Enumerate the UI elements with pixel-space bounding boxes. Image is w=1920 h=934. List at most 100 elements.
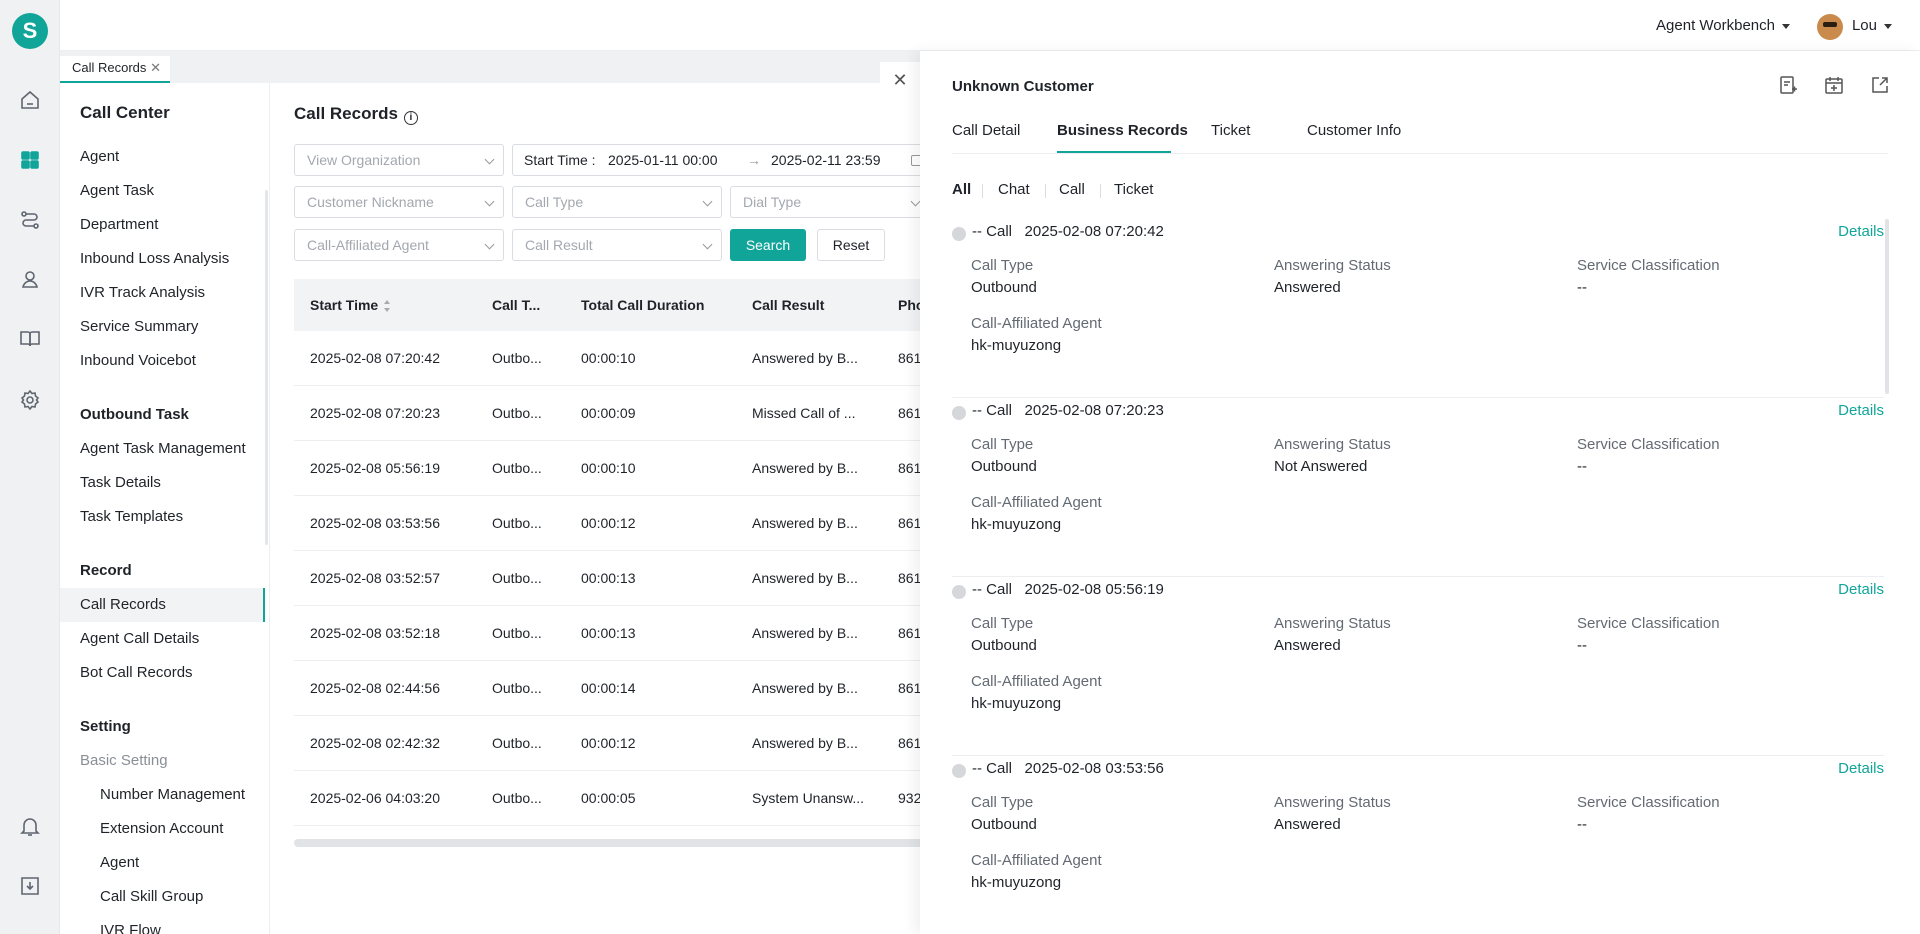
drawer-scrollbar[interactable] — [1885, 219, 1889, 394]
tab-business-records[interactable]: Business Records — [1057, 122, 1188, 139]
cell-start-time: 2025-02-08 05:56:19 — [310, 460, 440, 476]
sidebar-item-call-skill-group[interactable]: Call Skill Group — [100, 888, 203, 905]
sort-icon[interactable] — [384, 300, 391, 313]
answering-status-value: Answered — [1274, 637, 1341, 654]
chevron-down-icon — [484, 239, 495, 250]
sidebar-scrollbar[interactable] — [265, 190, 268, 545]
horizontal-scrollbar[interactable] — [294, 839, 934, 847]
details-link[interactable]: Details — [1838, 223, 1884, 240]
sidebar-item-service-summary[interactable]: Service Summary — [80, 318, 198, 335]
cell-call-type: Outbo... — [492, 460, 542, 476]
workbench-dropdown[interactable]: Agent Workbench — [1656, 17, 1790, 34]
chevron-down-icon — [702, 196, 713, 207]
answering-status-label: Answering Status — [1274, 436, 1391, 453]
sidebar-item-task-templates[interactable]: Task Templates — [80, 508, 183, 525]
table-row[interactable]: 2025-02-08 03:53:56 Outbo... 00:00:12 Answe… — [294, 496, 934, 551]
sidebar-item-call-records[interactable]: Call Records — [80, 596, 166, 613]
tab-call-records[interactable]: Call Records ✕ — [60, 56, 170, 83]
service-classification-value: -- — [1577, 458, 1587, 475]
add-note-icon[interactable] — [1778, 75, 1798, 95]
filter-call[interactable]: Call — [1059, 181, 1085, 198]
table-row[interactable]: 2025-02-08 07:20:23 Outbo... 00:00:09 Misse… — [294, 386, 934, 441]
agent-label: Call-Affiliated Agent — [971, 673, 1102, 690]
details-link[interactable]: Details — [1838, 402, 1884, 419]
agent-label: Call-Affiliated Agent — [971, 852, 1102, 869]
sidebar-item-agent-task-management[interactable]: Agent Task Management — [80, 440, 246, 457]
details-link[interactable]: Details — [1838, 760, 1884, 777]
service-classification-label: Service Classification — [1577, 615, 1720, 632]
tab-customer-info[interactable]: Customer Info — [1307, 122, 1401, 139]
sidebar-item-department[interactable]: Department — [80, 216, 158, 233]
book-icon[interactable] — [18, 327, 42, 351]
search-button[interactable]: Search — [730, 229, 806, 261]
customer-nickname-select[interactable]: Customer Nickname — [294, 186, 504, 218]
avatar[interactable] — [1817, 14, 1843, 40]
settings-icon[interactable] — [18, 388, 42, 412]
reset-button[interactable]: Reset — [817, 229, 885, 261]
app-logo[interactable]: S — [12, 13, 48, 49]
cell-call-result: Answered by B... — [752, 460, 858, 476]
dashboard-icon[interactable] — [18, 148, 42, 172]
download-icon[interactable] — [18, 874, 42, 898]
cell-phone: 861 — [898, 735, 922, 751]
column-start-time[interactable]: Start Time — [310, 279, 391, 331]
call-agent-select[interactable]: Call-Affiliated Agent — [294, 229, 504, 261]
call-result-select[interactable]: Call Result — [512, 229, 722, 261]
agent-icon[interactable] — [18, 267, 42, 291]
cell-phone: 861 — [898, 460, 922, 476]
cell-call-type: Outbo... — [492, 570, 542, 586]
agent-value: hk-muyuzong — [971, 337, 1062, 354]
range-arrow: → — [747, 152, 761, 168]
sidebar-item-basic-setting[interactable]: Basic Setting — [80, 752, 168, 769]
end-date-value[interactable]: 2025-02-11 23:59 — [771, 145, 881, 175]
open-external-icon[interactable] — [1870, 75, 1890, 95]
user-menu[interactable]: Lou — [1852, 17, 1892, 34]
route-icon[interactable] — [18, 208, 42, 232]
sidebar-item-inbound-loss[interactable]: Inbound Loss Analysis — [80, 250, 229, 267]
sidebar-item-number-management[interactable]: Number Management — [100, 786, 245, 803]
date-range-picker[interactable]: Start Time : 2025-01-11 00:00 → 2025-02-… — [512, 144, 932, 176]
cell-start-time: 2025-02-08 07:20:42 — [310, 350, 440, 366]
table-row[interactable]: 2025-02-06 04:03:20 Outbo... 00:00:05 Syste… — [294, 771, 934, 826]
sidebar-item-agent-call-details[interactable]: Agent Call Details — [80, 630, 199, 647]
user-name: Lou — [1851, 17, 1877, 34]
sidebar-item-task-details[interactable]: Task Details — [80, 474, 161, 491]
bell-icon[interactable] — [18, 814, 42, 838]
sidebar-item-bot-call-records[interactable]: Bot Call Records — [80, 664, 193, 681]
sidebar-item-ivr-track[interactable]: IVR Track Analysis — [80, 284, 205, 301]
info-icon[interactable]: i — [403, 111, 418, 125]
sidebar-item-inbound-voicebot[interactable]: Inbound Voicebot — [80, 352, 196, 369]
call-result-placeholder: Call Result — [525, 237, 593, 253]
agent-value: hk-muyuzong — [971, 695, 1062, 712]
dial-type-select[interactable]: Dial Type — [730, 186, 930, 218]
filter-ticket[interactable]: Ticket — [1114, 181, 1153, 198]
table-row[interactable]: 2025-02-08 02:44:56 Outbo... 00:00:14 Answe… — [294, 661, 934, 716]
tab-call-detail[interactable]: Call Detail — [952, 122, 1020, 139]
table-row[interactable]: 2025-02-08 03:52:57 Outbo... 00:00:13 Answe… — [294, 551, 934, 606]
sidebar-item-extension-account[interactable]: Extension Account — [100, 820, 223, 837]
cell-call-type: Outbo... — [492, 735, 542, 751]
start-date-value[interactable]: 2025-01-11 00:00 — [608, 145, 718, 175]
filter-all[interactable]: All — [952, 181, 971, 198]
home-icon[interactable] — [18, 88, 42, 112]
close-icon[interactable]: ✕ — [150, 56, 161, 80]
organization-select[interactable]: View Organization — [294, 144, 504, 176]
tab-ticket[interactable]: Ticket — [1211, 122, 1250, 139]
sidebar-item-agent-task[interactable]: Agent Task — [80, 182, 154, 199]
table-row[interactable]: 2025-02-08 02:42:32 Outbo... 00:00:12 Answe… — [294, 716, 934, 771]
sidebar-item-ivr-flow[interactable]: IVR Flow — [100, 922, 161, 934]
add-calendar-icon[interactable] — [1824, 75, 1844, 95]
call-type-select[interactable]: Call Type — [512, 186, 722, 218]
filter-chat[interactable]: Chat — [998, 181, 1030, 198]
drawer-close-button[interactable]: ✕ — [880, 62, 920, 98]
table-row[interactable]: 2025-02-08 03:52:18 Outbo... 00:00:13 Answe… — [294, 606, 934, 661]
table-row[interactable]: 2025-02-08 05:56:19 Outbo... 00:00:10 Answe… — [294, 441, 934, 496]
sidebar-item-agent[interactable]: Agent — [80, 148, 119, 165]
business-record: -- Call 2025-02-08 07:20:23 Details Call T… — [952, 398, 1884, 577]
cell-call-result: Answered by B... — [752, 515, 858, 531]
sidebar-item-setting-agent[interactable]: Agent — [100, 854, 139, 871]
call-type-label: Call Type — [971, 794, 1034, 811]
table-row[interactable]: 2025-02-08 07:20:42 Outbo... 00:00:10 Answe… — [294, 331, 934, 386]
details-link[interactable]: Details — [1838, 581, 1884, 598]
cell-start-time: 2025-02-08 03:52:18 — [310, 625, 440, 641]
